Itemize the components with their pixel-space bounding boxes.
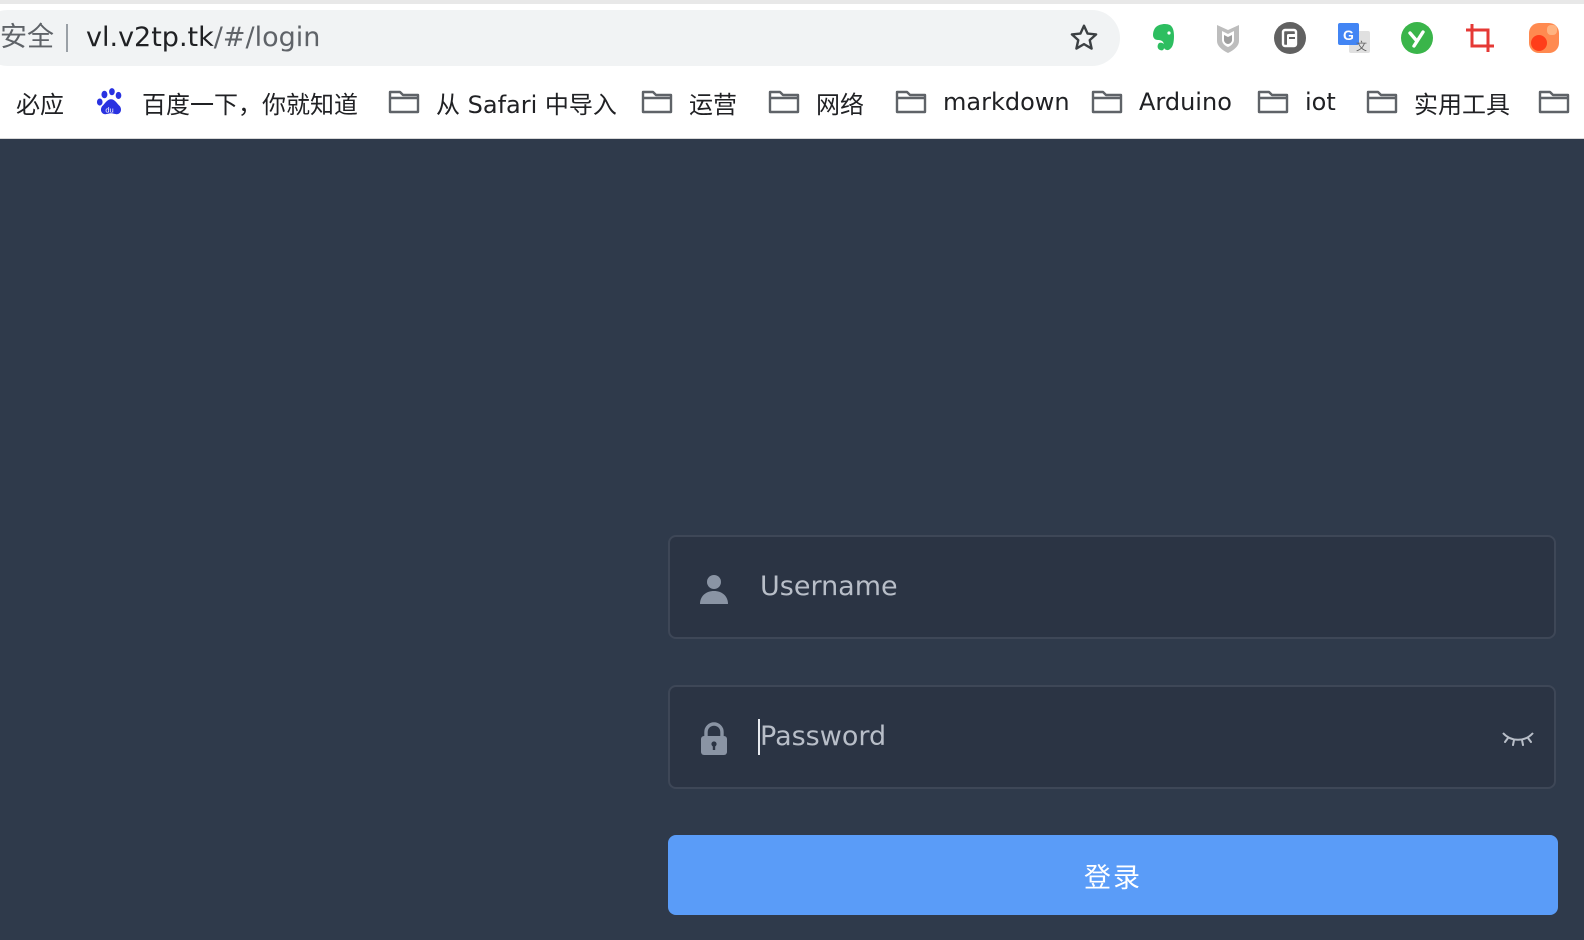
bookmarks-bar: 必应 du 百度一下，你就知道 从 Safari 中导入 运营 网络 markd… xyxy=(0,82,1584,122)
bookmark-bing[interactable]: 必应 xyxy=(16,82,64,122)
bookmark-baidu[interactable]: du 百度一下，你就知道 xyxy=(96,82,358,122)
bookmark-folder-safari[interactable]: 从 Safari 中导入 xyxy=(388,82,617,122)
folder-icon xyxy=(1538,90,1570,114)
bookmark-label: 实用工具 xyxy=(1414,90,1510,119)
folder-icon xyxy=(895,90,927,114)
username-field[interactable]: Username xyxy=(668,535,1556,639)
evernote-elephant-icon[interactable] xyxy=(1146,20,1182,56)
svg-text:文: 文 xyxy=(1356,39,1367,53)
bookmark-folder-network[interactable]: 网络 xyxy=(768,82,864,122)
bookmark-label: 网络 xyxy=(816,90,864,119)
bookmark-label: 运营 xyxy=(689,90,737,119)
security-indicator[interactable]: 安全 xyxy=(0,22,54,54)
bookmark-label: 百度一下，你就知道 xyxy=(142,90,358,119)
security-divider xyxy=(66,24,68,52)
bookmark-label: 必应 xyxy=(16,90,64,119)
y-circle-icon[interactable] xyxy=(1399,20,1435,56)
folder-icon xyxy=(1257,90,1289,114)
url-path: /#/login xyxy=(213,22,321,53)
folder-icon xyxy=(1091,90,1123,114)
lock-icon xyxy=(701,722,727,755)
bookmark-folder-overflow[interactable] xyxy=(1538,82,1584,122)
bookmark-folder-iot[interactable]: iot xyxy=(1257,82,1336,122)
svg-text:du: du xyxy=(105,105,113,114)
star-outline-icon[interactable] xyxy=(1068,22,1100,54)
bookmark-label: 从 Safari 中导入 xyxy=(436,90,617,119)
bookmark-folder-tools[interactable]: 实用工具 xyxy=(1366,82,1510,122)
svg-text:G: G xyxy=(1343,27,1354,43)
login-button[interactable]: 登录 xyxy=(668,835,1558,915)
password-placeholder: Password xyxy=(760,721,887,752)
tab-strip-edge xyxy=(0,0,1584,4)
bookmark-folder-arduino[interactable]: Arduino xyxy=(1091,82,1232,122)
url-host: vl.v2tp.tk xyxy=(86,22,214,53)
shield-icon[interactable] xyxy=(1210,20,1246,56)
bookmark-folder-markdown[interactable]: markdown xyxy=(895,82,1070,122)
login-page: Username Password 登录 xyxy=(0,139,1584,940)
password-field[interactable]: Password xyxy=(668,685,1556,789)
username-placeholder: Username xyxy=(760,571,898,602)
bookmark-folder-operations[interactable]: 运营 xyxy=(641,82,737,122)
bookmark-label: iot xyxy=(1305,88,1336,116)
baidu-paw-icon: du xyxy=(96,88,122,114)
folder-icon xyxy=(388,90,420,114)
translate-icon[interactable]: G 文 xyxy=(1336,20,1372,56)
eye-closed-icon[interactable] xyxy=(1500,723,1536,753)
crop-icon[interactable] xyxy=(1462,20,1498,56)
url-text[interactable]: vl.v2tp.tk/#/login xyxy=(86,22,320,54)
orange-blob-icon[interactable] xyxy=(1526,20,1562,56)
bookmark-label: Arduino xyxy=(1139,88,1232,116)
clipboard-circle-icon[interactable] xyxy=(1272,20,1308,56)
bookmark-label: markdown xyxy=(943,88,1070,116)
user-icon xyxy=(700,575,728,604)
folder-icon xyxy=(1366,90,1398,114)
folder-icon xyxy=(641,90,673,114)
browser-chrome: 安全 vl.v2tp.tk/#/login G 文 必应 du 百度一下，你就知… xyxy=(0,0,1584,139)
folder-icon xyxy=(768,90,800,114)
